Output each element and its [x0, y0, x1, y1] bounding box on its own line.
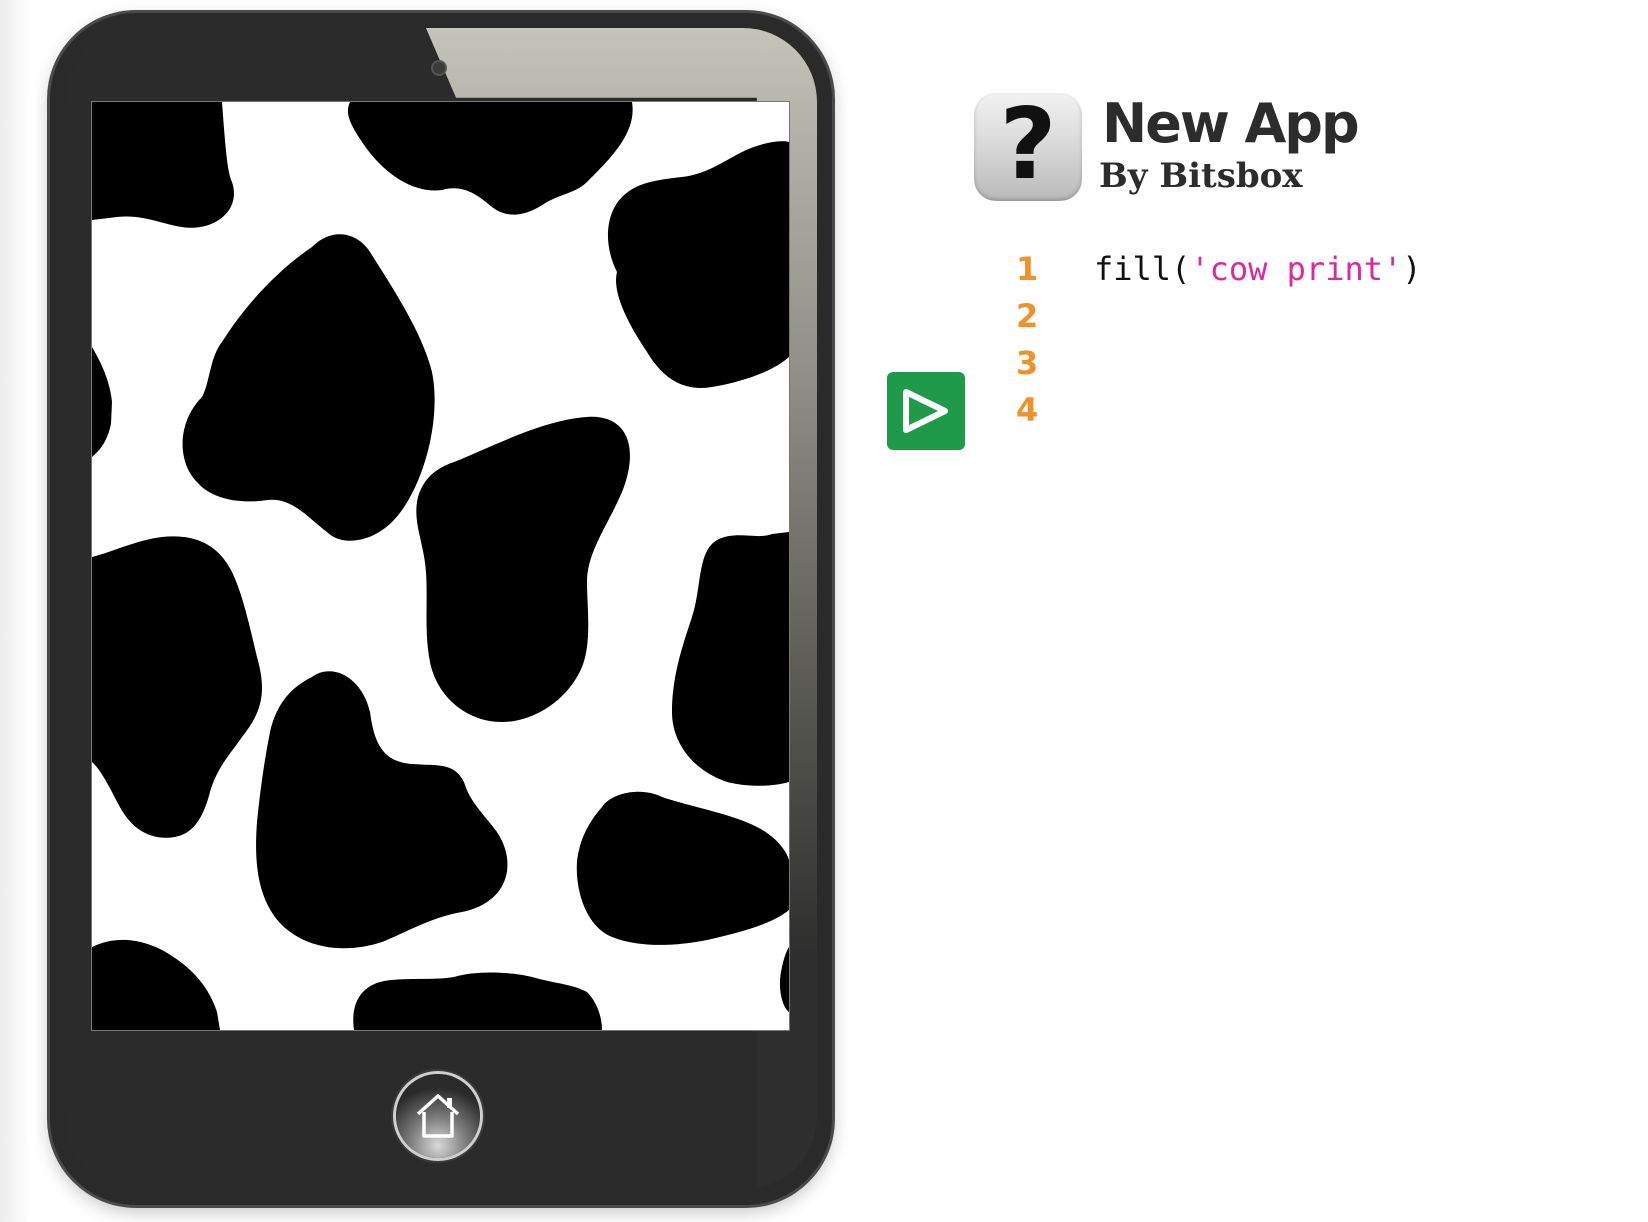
- line-number: 2: [1016, 297, 1039, 335]
- run-button[interactable]: [887, 372, 965, 450]
- code-paren-open: (: [1171, 250, 1191, 288]
- code-string: 'cow print': [1190, 250, 1403, 288]
- question-mark-icon: ?: [999, 88, 1057, 202]
- code-line[interactable]: 4: [1010, 387, 1610, 434]
- app-author: By Bitsbox: [1099, 156, 1303, 196]
- code-line[interactable]: 3: [1010, 340, 1610, 387]
- cow-print-pattern: [92, 102, 789, 1030]
- home-icon: [416, 1094, 460, 1138]
- camera-icon: [431, 60, 447, 76]
- app-title: New App: [1102, 92, 1360, 155]
- line-code[interactable]: fill('cow print'): [1094, 246, 1422, 293]
- code-function: fill: [1094, 250, 1172, 288]
- line-number: 1: [1016, 250, 1039, 288]
- code-line[interactable]: 2: [1010, 293, 1610, 340]
- play-icon: [903, 389, 948, 433]
- app-icon[interactable]: ?: [974, 88, 1082, 202]
- background-edge: [0, 0, 30, 1222]
- app-screen[interactable]: [92, 102, 789, 1030]
- cow-spot: [92, 102, 234, 228]
- code-paren-close: ): [1402, 250, 1422, 288]
- line-number: 3: [1016, 344, 1039, 382]
- code-line[interactable]: 1 fill('cow print'): [1010, 246, 1610, 293]
- home-button[interactable]: [396, 1074, 480, 1158]
- code-editor[interactable]: 1 fill('cow print') 2 3 4: [1010, 246, 1610, 434]
- line-number: 4: [1016, 391, 1039, 429]
